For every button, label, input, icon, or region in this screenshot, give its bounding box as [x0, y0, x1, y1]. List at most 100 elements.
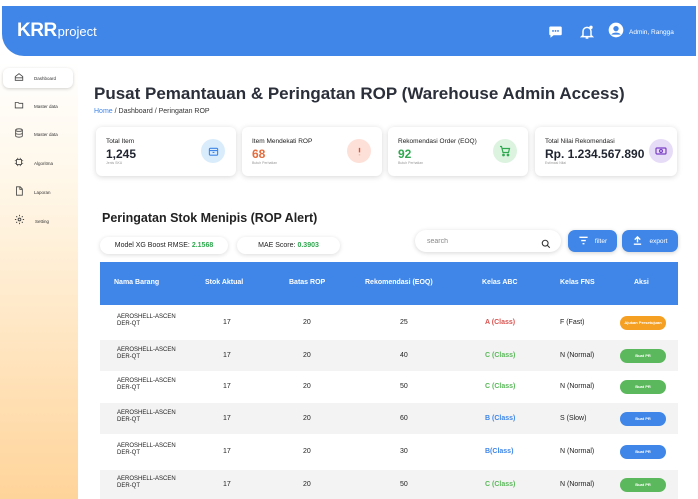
column-header[interactable]: Rekomendasi (EOQ): [365, 279, 433, 286]
section-title: Peringatan Stok Menipis (ROP Alert): [102, 211, 318, 225]
upload-icon: [632, 235, 643, 248]
cell-kelas-fns: S (Slow): [560, 415, 587, 422]
cell-batas-rop: 20: [303, 481, 311, 488]
sidebar-item-master-data-2[interactable]: Master data: [3, 124, 73, 144]
breadcrumb: Home / Dashboard / Peringatan ROP: [94, 108, 210, 115]
brand-light: project: [57, 24, 97, 39]
column-header[interactable]: Kelas FNS: [560, 279, 595, 286]
mae-value: 0.3903: [297, 242, 319, 249]
filter-label: filter: [594, 237, 608, 245]
card-total-nilai: Total Nilai Rekomendasi Rp. 1.234.567.89…: [535, 127, 677, 176]
sidebar-item-label: Dashboard: [34, 75, 57, 81]
column-header[interactable]: Batas ROP: [289, 279, 325, 286]
sidebar: Dashboard Master data Master data Algori…: [0, 62, 78, 499]
chat-icon[interactable]: [548, 24, 566, 42]
user-menu[interactable]: Admin, Rangga: [608, 22, 674, 43]
search-box[interactable]: [415, 230, 561, 252]
database-icon: [14, 125, 24, 143]
card-title: Total Nilai Rekomendasi: [545, 138, 615, 145]
bell-icon[interactable]: [579, 24, 597, 42]
rmse-label: Model XG Boost RMSE:: [114, 242, 190, 249]
page-title: Pusat Pemantauan & Peringatan ROP (Wareh…: [94, 84, 625, 103]
buat-pr-button[interactable]: Buat PR: [620, 412, 666, 426]
search-icon[interactable]: [541, 236, 551, 254]
sidebar-item-algoritma[interactable]: Algoritma: [3, 153, 73, 173]
cell-nama-barang: AEROSHELL-ASCENDER-QT: [117, 476, 176, 489]
ajukan-persetujuan-button[interactable]: Ajukan Persetujuan: [620, 316, 666, 330]
cell-kelas-abc: A (Class): [485, 319, 516, 326]
brand-strong: KRR: [17, 20, 57, 41]
top-bar: KRRproject Admin, Rangga: [2, 6, 696, 56]
box-icon: [201, 139, 225, 163]
user-avatar-icon: [608, 22, 624, 43]
cell-rekomendasi-eoq: 50: [400, 481, 408, 488]
export-label: export: [649, 237, 668, 245]
cell-kelas-fns: N (Normal): [560, 352, 595, 359]
sidebar-item-label: Algoritma: [34, 160, 54, 166]
cell-kelas-abc: C (Class): [485, 481, 516, 488]
column-header[interactable]: Stok Aktual: [205, 279, 243, 286]
mae-badge: MAE Score: 0.3903: [237, 237, 340, 254]
sidebar-item-label: Setting: [35, 218, 50, 224]
card-note: Estimasi Nilai: [545, 161, 567, 165]
column-header[interactable]: Kelas ABC: [482, 279, 518, 286]
card-note: Butuh Perhatian: [398, 161, 424, 165]
buat-pr-button[interactable]: Buat PR: [620, 478, 666, 492]
breadcrumb-home[interactable]: Home: [94, 108, 113, 115]
card-note: Jenis SKU: [106, 161, 123, 165]
chip-icon: [14, 154, 24, 172]
sidebar-item-laporan[interactable]: Laporan: [3, 182, 73, 202]
card-value: Rp. 1.234.567.890: [545, 147, 645, 161]
cell-kelas-abc: C (Class): [485, 352, 516, 359]
sidebar-item-label: Master data: [34, 131, 58, 137]
gear-icon: [14, 212, 25, 230]
buat-pr-button[interactable]: Buat PR: [620, 349, 666, 363]
search-input[interactable]: [427, 234, 537, 248]
card-total-item: Total Item 1,245 Jenis SKU: [96, 127, 236, 176]
card-value: 92: [398, 147, 412, 161]
cell-batas-rop: 20: [303, 448, 311, 455]
breadcrumb-dashboard[interactable]: Dashboard: [119, 108, 153, 115]
cell-kelas-fns: N (Normal): [560, 448, 595, 455]
cell-stok-aktual: 17: [223, 481, 231, 488]
cell-stok-aktual: 17: [223, 319, 231, 326]
cell-rekomendasi-eoq: 40: [400, 352, 408, 359]
table-row[interactable]: AEROSHELL-ASCENDER-QT 17 20 25 A (Class) F (F…: [100, 305, 678, 340]
mae-label: MAE Score:: [258, 242, 296, 249]
card-title: Item Mendekati ROP: [252, 138, 313, 145]
table-header: Nama Barang Stok Aktual Batas ROP Rekome…: [100, 262, 678, 305]
card-note: Butuh Perhatian: [252, 161, 278, 165]
cell-kelas-abc: B(Class): [485, 448, 514, 455]
card-value: 1,245: [106, 147, 137, 161]
brand-logo[interactable]: KRRproject: [17, 20, 97, 42]
folder-icon: [14, 97, 24, 115]
cell-rekomendasi-eoq: 30: [400, 448, 408, 455]
cell-nama-barang: AEROSHELL-ASCENDER-QT: [117, 378, 176, 391]
home-icon: [14, 69, 24, 87]
table-row[interactable]: AEROSHELL-ASCENDER-QT 17 20 50 C (Class) N (N…: [100, 470, 678, 499]
sidebar-item-master-data[interactable]: Master data: [3, 96, 73, 116]
cell-rekomendasi-eoq: 60: [400, 415, 408, 422]
filter-button[interactable]: filter: [568, 230, 617, 252]
cell-stok-aktual: 17: [223, 448, 231, 455]
cell-rekomendasi-eoq: 50: [400, 383, 408, 390]
breadcrumb-current: Peringatan ROP: [158, 108, 210, 115]
column-header[interactable]: Nama Barang: [114, 279, 159, 286]
sidebar-item-dashboard[interactable]: Dashboard: [3, 68, 73, 88]
buat-pr-button[interactable]: Buat PR: [620, 445, 666, 459]
sidebar-item-setting[interactable]: Setting: [3, 211, 73, 231]
cell-nama-barang: AEROSHELL-ASCENDER-QT: [117, 314, 176, 327]
rmse-value: 2.1568: [191, 242, 214, 249]
export-button[interactable]: export: [622, 230, 678, 252]
rmse-badge: Model XG Boost RMSE: 2.1568: [100, 237, 228, 254]
table-row[interactable]: AEROSHELL-ASCENDER-QT 17 20 40 C (Class) N (N…: [100, 340, 678, 371]
document-icon: [14, 183, 24, 201]
table-row[interactable]: AEROSHELL-ASCENDER-QT 17 20 30 B(Class) N (No…: [100, 434, 678, 470]
cell-kelas-abc: B (Class): [485, 415, 516, 422]
cell-stok-aktual: 17: [223, 415, 231, 422]
buat-pr-button[interactable]: Buat PR: [620, 380, 666, 394]
table-row[interactable]: AEROSHELL-ASCENDER-QT 17 20 60 B (Class) S (S…: [100, 403, 678, 434]
table-row[interactable]: AEROSHELL-ASCENDER-QT 17 20 50 C (Class) N (N…: [100, 371, 678, 403]
cell-batas-rop: 20: [303, 352, 311, 359]
cell-kelas-fns: N (Normal): [560, 383, 595, 390]
